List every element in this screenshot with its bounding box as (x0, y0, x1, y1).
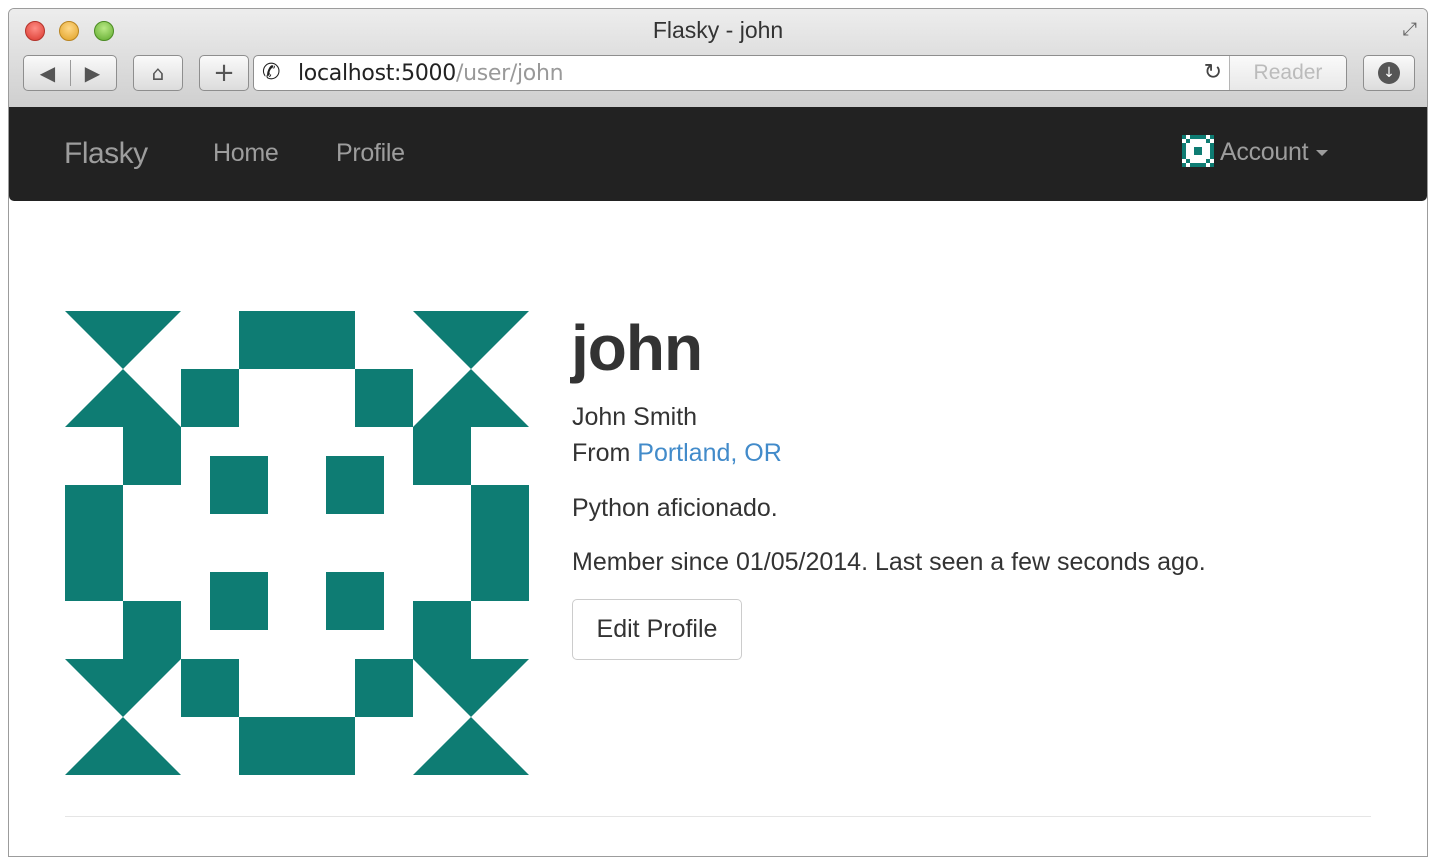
divider (70, 60, 71, 86)
add-bookmark-button[interactable]: + (199, 55, 249, 91)
address-bar[interactable]: ✆ localhost:5000/user/john ↻ Reader (253, 55, 1347, 91)
url-path: /user/john (455, 61, 564, 86)
navbar: Flasky Home Profile Account (9, 107, 1427, 201)
divider (65, 816, 1371, 817)
reload-icon[interactable]: ↻ (1204, 59, 1222, 85)
location-line: From Portland, OR (572, 439, 782, 468)
url-host: localhost:5000 (298, 61, 456, 86)
location-link[interactable]: Portland, OR (637, 439, 782, 467)
back-button[interactable]: ◀ (25, 56, 70, 90)
forward-button[interactable]: ▶ (70, 56, 115, 90)
nav-link-home[interactable]: Home (213, 139, 279, 168)
url-text[interactable]: localhost:5000/user/john (298, 61, 564, 86)
window-title: Flasky - john (652, 17, 784, 43)
phone-icon: ✆ (262, 59, 281, 84)
profile-avatar (65, 311, 529, 775)
downloads-button[interactable]: ↓ (1363, 55, 1415, 91)
from-prefix: From (572, 439, 638, 467)
member-info: Member since 01/05/2014. Last seen a few… (572, 548, 1206, 576)
full-name: John Smith (572, 403, 698, 431)
edit-profile-button[interactable]: Edit Profile (572, 599, 742, 660)
browser-window: Flasky - john ⤢ ◀ ▶ ⌂ + ✆ localhost:5000/… (8, 8, 1428, 857)
reader-button[interactable]: Reader (1229, 56, 1346, 90)
nav-link-profile[interactable]: Profile (336, 139, 405, 168)
account-label: Account (1220, 138, 1309, 166)
titlebar: Flasky - john ⤢ ◀ ▶ ⌂ + ✆ localhost:5000/… (9, 9, 1427, 108)
page-title: john (571, 312, 703, 384)
plus-icon: + (213, 58, 235, 88)
fullscreen-icon[interactable]: ⤢ (1403, 19, 1417, 40)
home-icon: ⌂ (151, 61, 165, 85)
account-dropdown[interactable]: Account (1182, 135, 1329, 168)
navbar-brand[interactable]: Flasky (64, 137, 148, 171)
home-button[interactable]: ⌂ (133, 55, 183, 91)
download-icon: ↓ (1378, 62, 1400, 84)
back-forward-group: ◀ ▶ (23, 55, 117, 91)
caret-down-icon (1316, 150, 1329, 157)
about-me: Python aficionado. (572, 494, 778, 522)
user-avatar-icon (1182, 135, 1214, 168)
